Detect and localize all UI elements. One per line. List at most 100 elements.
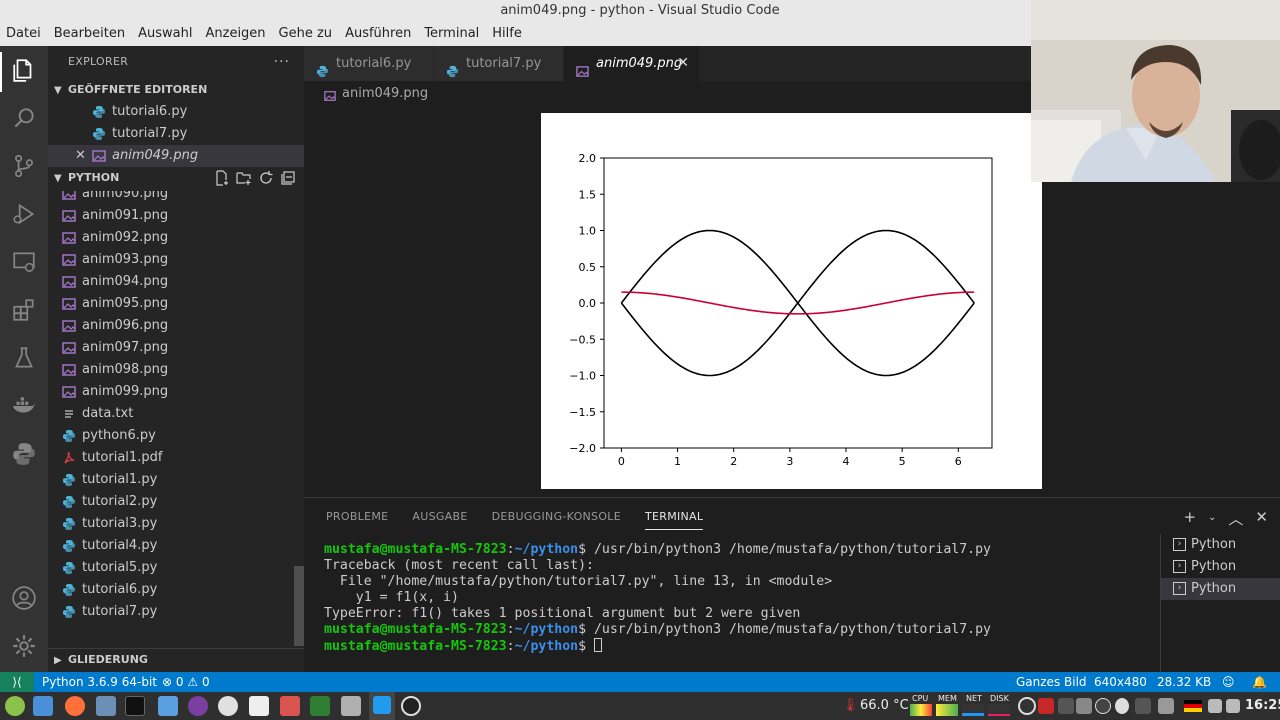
menu-bearbeiten[interactable]: Bearbeiten xyxy=(54,22,125,46)
tab-probleme[interactable]: PROBLEME xyxy=(326,510,388,530)
menu-gehe-zu[interactable]: Gehe zu xyxy=(279,22,333,46)
files-icon[interactable] xyxy=(158,696,178,716)
open-editor-item[interactable]: tutorial7.py xyxy=(48,123,304,145)
vscode-active-task[interactable] xyxy=(369,692,395,720)
calculator-icon[interactable] xyxy=(341,696,361,716)
close-icon[interactable]: ✕ xyxy=(75,145,86,167)
file-tree-item[interactable]: data.txt xyxy=(48,403,298,425)
volume-icon[interactable] xyxy=(1226,699,1240,713)
obs-tray-icon[interactable] xyxy=(1018,697,1036,715)
tab-anim049[interactable]: anim049.png ✕ xyxy=(564,46,700,81)
close-panel-icon[interactable]: ✕ xyxy=(1255,508,1268,529)
terminal-app-icon[interactable] xyxy=(125,696,145,716)
python-interpreter[interactable]: Python 3.6.9 64-bit xyxy=(42,672,157,692)
network-icon[interactable] xyxy=(1158,698,1174,714)
obs-icon[interactable] xyxy=(401,696,421,716)
app-red-icon[interactable] xyxy=(280,696,300,716)
collapse-all-icon[interactable] xyxy=(280,170,296,186)
breadcrumb[interactable]: anim049.png xyxy=(324,83,428,105)
file-tree-item[interactable]: tutorial4.py xyxy=(48,535,298,557)
terminal-item-active[interactable]: › Python xyxy=(1161,578,1280,600)
start-menu-icon[interactable] xyxy=(5,696,25,716)
vlc-app-icon[interactable] xyxy=(188,696,208,716)
file-tree-item[interactable]: anim093.png xyxy=(48,249,298,271)
extensions-icon[interactable] xyxy=(10,296,38,324)
file-tree-item[interactable]: anim091.png xyxy=(48,205,298,227)
problems-indicator[interactable]: ⊗ 0 ⚠ 0 xyxy=(162,672,210,692)
german-flag-icon[interactable] xyxy=(1184,700,1202,712)
settings-gear-icon[interactable] xyxy=(10,632,38,660)
file-tree-item[interactable]: anim099.png xyxy=(48,381,298,403)
docker-icon[interactable] xyxy=(10,392,38,420)
maximize-panel-icon[interactable]: ︿ xyxy=(1228,508,1243,529)
menu-hilfe[interactable]: Hilfe xyxy=(492,22,522,46)
menu-terminal[interactable]: Terminal xyxy=(424,22,479,46)
open-editor-item-active[interactable]: ✕ anim049.png xyxy=(48,145,304,167)
menu-anzeigen[interactable]: Anzeigen xyxy=(205,22,265,46)
explorer-icon[interactable] xyxy=(10,56,38,84)
account-icon[interactable] xyxy=(10,584,38,612)
menu-auswahl[interactable]: Auswahl xyxy=(138,22,192,46)
file-tree-item[interactable]: tutorial1.py xyxy=(48,469,298,491)
system-monitors[interactable]: CPU MEM NET DISK xyxy=(908,694,1012,718)
menu-datei[interactable]: Datei xyxy=(6,22,41,46)
file-tree-item[interactable]: anim094.png xyxy=(48,271,298,293)
terminal-item[interactable]: › Python xyxy=(1161,556,1280,578)
folder-section-python[interactable]: ▼ PYTHON xyxy=(48,167,304,189)
chevron-down-icon[interactable]: ⌄ xyxy=(1208,508,1216,529)
codeblocks-icon[interactable] xyxy=(310,696,330,716)
open-editor-item[interactable]: tutorial6.py xyxy=(48,101,304,123)
power-icon[interactable] xyxy=(1095,698,1111,714)
file-tree-item[interactable]: tutorial6.py xyxy=(48,579,298,601)
new-terminal-icon[interactable]: + xyxy=(1183,508,1196,529)
terminal-output[interactable]: mustafa@mustafa-MS-7823:~/python$ /usr/b… xyxy=(324,542,1154,655)
chrome-icon[interactable] xyxy=(218,696,238,716)
clipboard-icon[interactable] xyxy=(1208,699,1222,713)
bluetooth-icon[interactable] xyxy=(1076,698,1092,714)
source-control-icon[interactable] xyxy=(10,152,38,180)
file-tree-item[interactable]: anim095.png xyxy=(48,293,298,315)
file-tree-item[interactable]: anim092.png xyxy=(48,227,298,249)
menu-ausfuehren[interactable]: Ausführen xyxy=(345,22,411,46)
file-tree-item[interactable]: tutorial7.py xyxy=(48,601,298,623)
outline-section[interactable]: ▶ GLIEDERUNG xyxy=(48,648,304,670)
app-tray-icon[interactable] xyxy=(1058,698,1074,714)
file-tree-item[interactable]: tutorial5.py xyxy=(48,557,298,579)
feedback-icon[interactable]: ☺ xyxy=(1222,672,1235,692)
shield-icon[interactable] xyxy=(1135,698,1151,714)
file-tree-item[interactable]: anim098.png xyxy=(48,359,298,381)
file-tree-item[interactable]: python6.py xyxy=(48,425,298,447)
show-desktop-icon[interactable] xyxy=(33,696,53,716)
mail-icon[interactable] xyxy=(96,696,116,716)
more-actions-icon[interactable]: ··· xyxy=(274,46,290,78)
testing-flask-icon[interactable] xyxy=(10,344,38,372)
notifications-bell-icon[interactable]: 🔔 xyxy=(1252,672,1267,692)
open-editors-section[interactable]: ▼ GEÖFFNETE EDITOREN xyxy=(48,79,304,101)
remote-explorer-icon[interactable] xyxy=(10,248,38,276)
file-tree-item[interactable]: anim090.png xyxy=(48,191,298,205)
tab-ausgabe[interactable]: AUSGABE xyxy=(412,510,467,530)
run-debug-icon[interactable] xyxy=(10,200,38,228)
new-folder-icon[interactable] xyxy=(236,170,252,186)
new-file-icon[interactable] xyxy=(214,170,230,186)
file-tree-item[interactable]: anim097.png xyxy=(48,337,298,359)
firefox-icon[interactable] xyxy=(65,696,85,716)
tab-debug-console[interactable]: DEBUGGING-KONSOLE xyxy=(492,510,621,530)
remote-icon[interactable]: ⟩⟨ xyxy=(0,672,34,692)
close-icon[interactable]: ✕ xyxy=(677,46,689,81)
sidebar-scrollbar[interactable] xyxy=(294,566,304,646)
file-tree-item[interactable]: tutorial3.py xyxy=(48,513,298,535)
inkscape-icon[interactable] xyxy=(249,696,269,716)
search-icon[interactable] xyxy=(10,104,38,132)
tab-tutorial7[interactable]: tutorial7.py xyxy=(434,46,564,81)
file-tree-item[interactable]: anim096.png xyxy=(48,315,298,337)
tab-terminal[interactable]: TERMINAL xyxy=(644,510,704,530)
tab-tutorial6[interactable]: tutorial6.py xyxy=(304,46,434,81)
terminal-item[interactable]: › Python xyxy=(1161,534,1280,556)
zoom-mode[interactable]: Ganzes Bild xyxy=(1016,672,1087,692)
skype-icon[interactable] xyxy=(1115,698,1129,714)
file-tree-item[interactable]: tutorial2.py xyxy=(48,491,298,513)
mail-tray-icon[interactable] xyxy=(1038,698,1054,714)
file-tree-item[interactable]: tutorial1.pdf xyxy=(48,447,298,469)
python-icon[interactable] xyxy=(10,440,38,468)
